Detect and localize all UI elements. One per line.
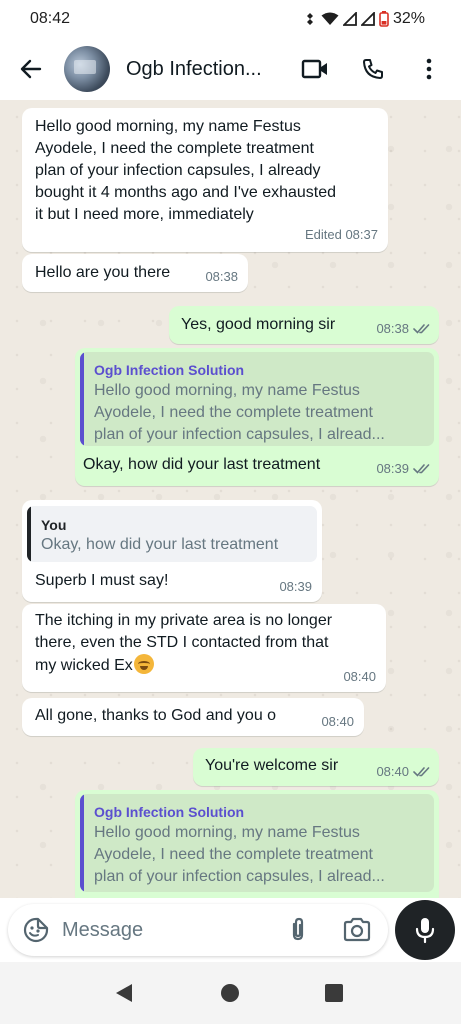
camera-button[interactable] [342, 916, 372, 944]
quote-author: You [41, 517, 67, 533]
quote-author: Ogb Infection Solution [94, 362, 245, 378]
message-input-container[interactable] [8, 904, 388, 956]
quote-text: Hello good morning, my name Festus [94, 824, 360, 841]
quote-author: Ogb Infection Solution [94, 804, 245, 820]
system-navigation-bar [0, 962, 461, 1024]
message-time: 08:40 [321, 714, 354, 729]
nav-home-icon[interactable] [221, 984, 239, 1002]
message-text-last: my wicked Ex [35, 654, 154, 677]
message-text: Hello are you there [35, 264, 171, 281]
battery-percent: 32% [392, 10, 425, 27]
message-text: bought it 4 months ago and I've exhauste… [35, 184, 337, 201]
microphone-icon [415, 918, 435, 944]
message-time: Edited 08:37 [304, 227, 378, 242]
message-time: 08:40 [376, 764, 409, 779]
video-call-button[interactable] [299, 53, 331, 85]
wifi-icon [321, 12, 339, 25]
quote-text: plan of your infection capsules, I alrea… [94, 868, 385, 885]
status-time: 08:42 [30, 10, 71, 27]
contact-name[interactable]: Ogb Infection... [126, 58, 286, 81]
nav-back-icon[interactable] [114, 982, 134, 1004]
message-text: All gone, thanks to God and you o [35, 707, 277, 724]
message-bubble-incoming[interactable]: All gone, thanks to God and you o 08:40 [22, 698, 364, 736]
status-bar: 08:42 32% [0, 0, 461, 38]
message-bubble-incoming[interactable]: Hello good morning, my name Festus Ayode… [22, 108, 388, 252]
message-text: Okay, how did your last treatment [83, 456, 321, 473]
quote-text: Ayodele, I need the complete treatment [94, 846, 373, 863]
message-bubble-outgoing[interactable]: Ogb Infection Solution Hello good mornin… [75, 348, 439, 486]
phone-icon [363, 59, 383, 79]
message-time: 08:39 [376, 461, 409, 476]
video-call-icon [301, 59, 327, 79]
quote-text: Hello good morning, my name Festus [94, 382, 360, 399]
quoted-message[interactable]: You Okay, how did your last treatment [27, 506, 317, 562]
message-text: Ayodele, I need the complete treatment [35, 140, 314, 157]
message-text: there, even the STD I contacted from tha… [35, 634, 329, 651]
voice-call-button[interactable] [357, 53, 389, 85]
message-bubble-outgoing[interactable]: Ogb Infection Solution Hello good mornin… [75, 790, 439, 898]
back-arrow-icon [20, 59, 42, 79]
quoted-message[interactable]: Ogb Infection Solution Hello good mornin… [80, 794, 434, 892]
message-time: 08:38 [376, 321, 409, 336]
message-composer [0, 898, 461, 962]
battery-icon [379, 11, 389, 27]
double-check-icon [413, 464, 430, 474]
paperclip-icon [292, 917, 304, 941]
message-time: 08:40 [343, 669, 376, 684]
quote-bar [80, 794, 84, 892]
message-text: it but I need more, immediately [35, 206, 254, 223]
message-text: my wicked Ex [35, 657, 133, 674]
message-bubble-outgoing[interactable]: Yes, good morning sir 08:38 [169, 306, 439, 344]
message-bubble-incoming[interactable]: The itching in my private area is no lon… [22, 604, 386, 692]
nav-recents-icon[interactable] [325, 984, 343, 1002]
message-meta: 08:38 [376, 318, 431, 340]
rolling-laughing-emoji-icon [133, 654, 154, 674]
message-bubble-incoming[interactable]: You Okay, how did your last treatment Su… [22, 500, 322, 602]
emoji-sticker-icon [23, 917, 49, 943]
quote-bar [80, 352, 84, 446]
double-check-icon [413, 767, 430, 777]
quote-bar [27, 506, 31, 562]
more-options-button[interactable] [413, 53, 445, 85]
message-text: Yes, good morning sir [181, 316, 336, 333]
quote-text: plan of your infection capsules, I alrea… [94, 426, 385, 443]
message-text: Hello good morning, my name Festus [35, 118, 301, 135]
message-text: The itching in my private area is no lon… [35, 612, 333, 629]
message-input[interactable] [62, 913, 282, 947]
camera-icon [343, 917, 371, 942]
emoji-button[interactable] [22, 916, 50, 944]
more-vertical-icon [426, 58, 432, 80]
message-time: 08:38 [205, 269, 238, 284]
quoted-message[interactable]: Ogb Infection Solution Hello good mornin… [80, 352, 434, 446]
quote-text: Ayodele, I need the complete treatment [94, 404, 373, 421]
message-text: Superb I must say! [35, 572, 169, 589]
double-check-icon [413, 324, 430, 334]
attach-button[interactable] [284, 916, 312, 944]
message-bubble-outgoing[interactable]: You're welcome sir 08:40 [193, 748, 439, 786]
voice-message-button[interactable] [395, 900, 455, 960]
chat-header: Ogb Infection... [0, 38, 461, 100]
signal-icon-2 [360, 12, 375, 26]
vibrate-icon [306, 13, 313, 25]
message-bubble-incoming[interactable]: Hello are you there 08:38 [22, 254, 248, 292]
contact-avatar[interactable] [64, 46, 110, 92]
message-meta: 08:40 [376, 761, 431, 783]
chat-messages[interactable]: Hello good morning, my name Festus Ayode… [0, 100, 461, 898]
message-meta: 08:39 [376, 458, 431, 480]
back-button[interactable] [16, 54, 46, 84]
quote-text: Okay, how did your last treatment [41, 536, 279, 553]
message-time: 08:39 [279, 579, 312, 594]
signal-icon [342, 12, 357, 26]
message-text: You're welcome sir [205, 757, 339, 774]
status-icons: 32% [303, 10, 425, 28]
message-text: plan of your infection capsules, I alrea… [35, 162, 321, 179]
